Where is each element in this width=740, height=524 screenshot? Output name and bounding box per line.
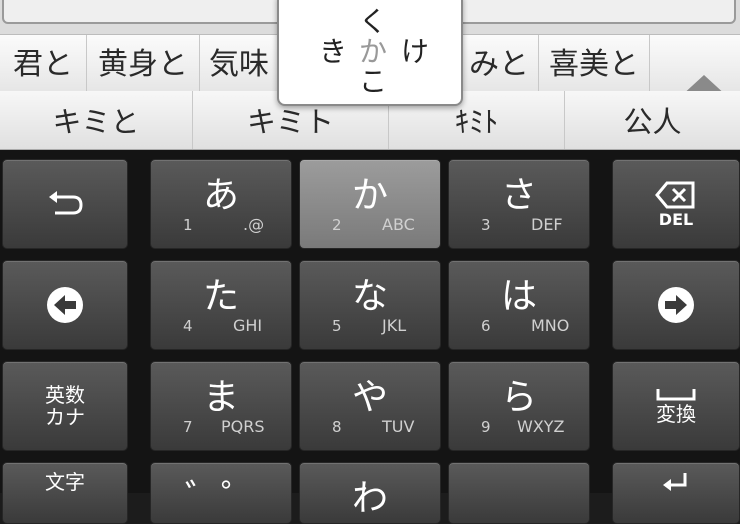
right-arrow-icon <box>658 287 694 323</box>
kana-label: カナ <box>45 405 85 429</box>
flick-popup: く き か け こ <box>277 0 463 106</box>
candidate-item[interactable]: みと <box>460 35 539 91</box>
cursor-left-key[interactable] <box>2 260 128 350</box>
cursor-right-key[interactable] <box>612 260 740 350</box>
enter-key[interactable] <box>612 462 740 524</box>
henkan-label: 変換 <box>656 402 696 426</box>
key-sa[interactable]: さ 3 DEF <box>448 159 590 249</box>
space-convert-key[interactable]: 変換 <box>612 361 740 451</box>
backspace-icon <box>655 181 695 208</box>
flick-right: け <box>401 35 430 68</box>
key-ka[interactable]: か 2 ABC <box>299 159 441 249</box>
undo-icon <box>49 191 83 215</box>
key-ya[interactable]: や 8 TUV <box>299 361 441 451</box>
moji-key[interactable]: 文字 <box>2 462 128 524</box>
eisu-label: 英数 <box>45 383 85 407</box>
flick-left: き <box>319 35 348 68</box>
key-ra[interactable]: ら 9 WXYZ <box>448 361 590 451</box>
key-dakuten[interactable]: ゛゜ <box>150 462 292 524</box>
candidate-item[interactable]: 君と <box>0 35 87 91</box>
key-na[interactable]: な 5 JKL <box>299 260 441 350</box>
eisu-kana-key[interactable]: 英数 カナ <box>2 361 128 451</box>
candidate-item[interactable]: キミと <box>0 91 193 149</box>
key-ma[interactable]: ま 7 PQRS <box>150 361 292 451</box>
moji-label: 文字 <box>45 470 85 494</box>
key-wa[interactable]: わ <box>299 462 441 524</box>
candidate-item[interactable]: 気味 <box>200 35 279 91</box>
flick-down: こ <box>359 65 388 98</box>
undo-key[interactable] <box>2 159 128 249</box>
left-arrow-icon <box>47 287 83 323</box>
space-icon <box>656 389 696 401</box>
key-ta[interactable]: た 4 GHI <box>150 260 292 350</box>
candidate-item[interactable]: 公人 <box>565 91 740 149</box>
key-ha[interactable]: は 6 MNO <box>448 260 590 350</box>
candidate-item[interactable]: 黄身と <box>87 35 200 91</box>
del-label: DEL <box>658 209 694 229</box>
key-punctuation[interactable] <box>448 462 590 524</box>
key-a[interactable]: あ 1 .@ <box>150 159 292 249</box>
keyboard: あ 1 .@ か 2 ABC さ 3 DEF DEL た 4 GHI な 5 J… <box>0 150 740 524</box>
enter-icon <box>663 473 687 491</box>
candidate-item[interactable]: 喜美と <box>539 35 650 91</box>
delete-key[interactable]: DEL <box>612 159 740 249</box>
